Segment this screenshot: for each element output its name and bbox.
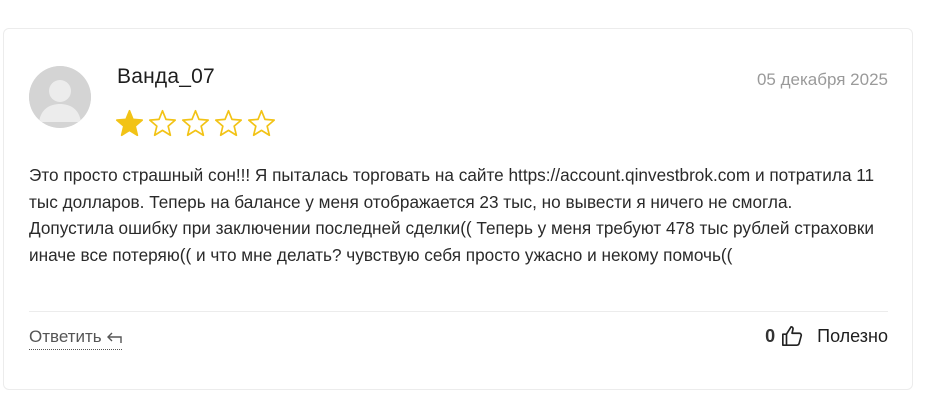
star-filled-icon (115, 109, 144, 138)
helpful-count: 0 (765, 325, 776, 346)
star-empty-icon (181, 109, 210, 138)
helpful-label[interactable]: Полезно (817, 326, 888, 347)
reply-arrow-icon (106, 332, 122, 343)
user-avatar-icon (29, 66, 91, 128)
review-date: 05 декабря 2025 (756, 70, 888, 89)
star-empty-icon (148, 109, 177, 138)
author-name: Ванда_07 (117, 65, 215, 88)
divider (29, 311, 888, 312)
reply-label: Ответить (29, 327, 102, 346)
star-empty-icon (247, 109, 276, 138)
thumbs-up-icon (782, 326, 803, 346)
review-card: Ванда_07 05 декабря 2025 Это просто стра… (3, 28, 913, 390)
review-text: Это просто страшный сон!!! Я пыталась то… (29, 165, 875, 265)
reply-button[interactable]: Ответить (29, 327, 122, 350)
avatar (29, 66, 91, 128)
helpful-section: 0 Полезно (765, 325, 888, 347)
star-empty-icon (214, 109, 243, 138)
thumbs-up-button[interactable] (781, 325, 803, 347)
star-rating (115, 109, 276, 138)
